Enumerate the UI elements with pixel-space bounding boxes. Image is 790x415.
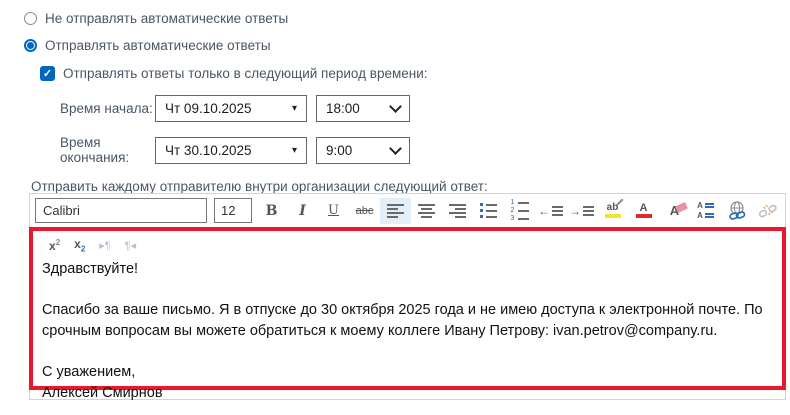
message-line: С уважением, [42,362,773,383]
subscript-button[interactable]: x2 [74,237,85,253]
end-date-value: Чт 30.10.2025 [165,143,252,158]
styles-button[interactable]: A A [690,198,721,224]
superscript-button[interactable]: x2 [49,238,60,253]
start-time-row: Время начала: Чт 09.10.2025 ▾ 18:00 [60,95,410,122]
checkbox-period-label: Отправлять ответы только в следующий пер… [63,66,428,81]
increase-indent-button[interactable]: → [566,198,597,224]
radio-send-auto-reply[interactable]: Отправлять автоматические ответы [24,38,271,53]
start-time-dropdown[interactable]: 18:00 [316,95,410,122]
italic-button[interactable]: I [287,198,318,224]
bold-button[interactable]: B [256,198,287,224]
end-time-value: 9:00 [326,143,352,158]
end-date-dropdown[interactable]: Чт 30.10.2025 ▾ [155,137,307,164]
chevron-down-icon[interactable] [389,142,402,155]
align-left-icon [387,204,404,218]
bullet-list-icon [480,203,497,218]
italic-icon: I [299,203,306,219]
message-line: Алексей Смирнов [42,383,773,404]
dropdown-triangle-icon[interactable]: ▾ [292,103,297,114]
radio-no-auto-reply[interactable]: Не отправлять автоматические ответы [24,11,288,26]
bold-icon: B [266,203,278,219]
start-time-value: 18:00 [326,101,360,116]
formatting-toolbar: B I U abc 1 [30,194,785,227]
left-to-right-button[interactable]: ▸¶ [99,239,110,252]
remove-link-icon [757,200,779,222]
message-line [42,342,773,362]
reply-message-area-annotated: x2 x2 ▸¶ ¶◂ Здравствуйте! Спасибо за ваш… [29,227,786,390]
checkbox-checked-icon[interactable]: ✓ [40,66,55,81]
font-size-input[interactable] [214,198,252,223]
decrease-indent-button[interactable]: ← [535,198,566,224]
decrease-indent-icon: ← [538,204,563,218]
align-right-icon [449,204,466,218]
auto-reply-settings-panel: Не отправлять автоматические ответы Отпр… [0,0,790,415]
reply-section-label: Отправить каждому отправителю внутри орг… [31,179,488,194]
start-date-value: Чт 09.10.2025 [165,101,252,116]
numbered-list-icon: 1 2 3 [511,200,529,221]
message-line: Здравствуйте! [42,259,773,280]
highlight-color-button[interactable]: ab [597,198,628,224]
bullet-list-button[interactable] [473,198,504,224]
strikethrough-button[interactable]: abc [349,198,380,224]
start-date-dropdown[interactable]: Чт 09.10.2025 ▾ [155,95,307,122]
start-time-label: Время начала: [60,101,155,116]
font-color-icon: A [636,203,652,218]
dropdown-triangle-icon[interactable]: ▾ [292,145,297,156]
chevron-down-icon[interactable] [389,100,402,113]
clear-formatting-button[interactable]: A [659,198,690,224]
align-left-button[interactable] [380,198,411,224]
underline-icon: U [328,203,339,218]
styles-icon: A A [697,202,714,220]
align-right-button[interactable] [442,198,473,224]
font-color-button[interactable]: A [628,198,659,224]
radio-send-auto-reply-label: Отправлять автоматические ответы [45,38,271,53]
insert-link-icon [726,200,748,222]
insert-link-button[interactable] [721,198,752,224]
reply-message-text[interactable]: Здравствуйте! Спасибо за ваше письмо. Я … [33,255,782,404]
checkbox-period-only[interactable]: ✓ Отправлять ответы только в следующий п… [40,66,428,81]
right-to-left-button[interactable]: ¶◂ [125,239,136,252]
formatting-toolbar-row2: x2 x2 ▸¶ ¶◂ [33,231,782,255]
radio-unselected-icon[interactable] [24,12,37,25]
numbered-list-button[interactable]: 1 2 3 [504,198,535,224]
increase-indent-icon: → [569,204,594,218]
message-line: Спасибо за ваше письмо. Я в отпуске до 3… [42,300,773,342]
clear-formatting-icon: A [670,203,679,218]
end-time-label: Время окончания: [60,135,155,165]
message-line [42,280,773,300]
remove-link-button[interactable] [752,198,783,224]
underline-button[interactable]: U [318,198,349,224]
align-center-icon [418,204,435,218]
end-time-dropdown[interactable]: 9:00 [316,137,410,164]
strikethrough-icon: abc [356,205,374,217]
radio-no-auto-reply-label: Не отправлять автоматические ответы [45,11,288,26]
reply-editor: B I U abc 1 [29,193,786,400]
highlight-color-icon: ab [605,203,621,218]
font-name-input[interactable] [35,198,207,223]
radio-selected-icon[interactable] [24,39,37,52]
align-center-button[interactable] [411,198,442,224]
end-time-row: Время окончания: Чт 30.10.2025 ▾ 9:00 [60,135,410,165]
